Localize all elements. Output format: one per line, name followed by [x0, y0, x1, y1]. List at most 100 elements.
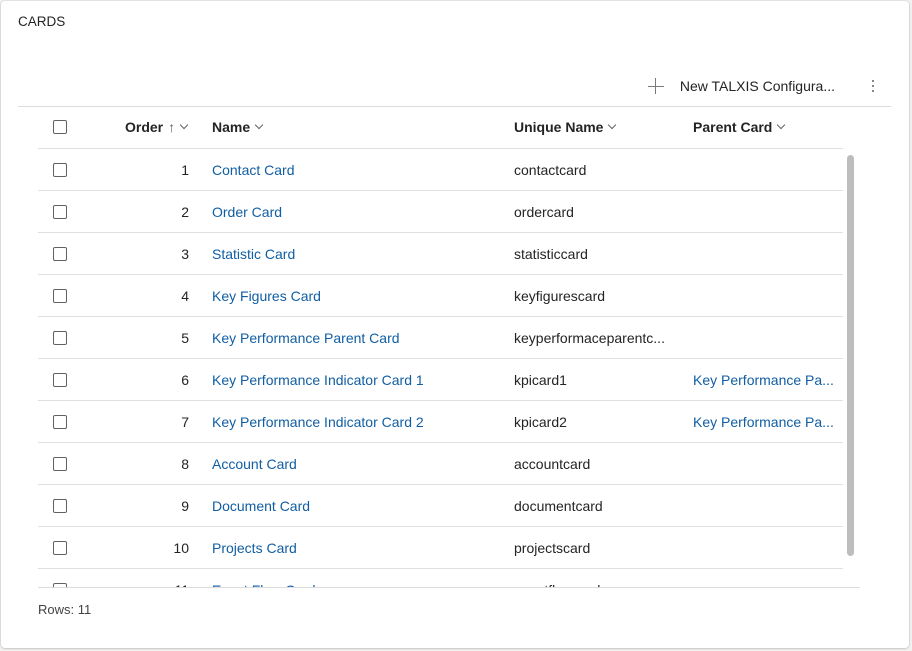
row-select-cell [53, 443, 67, 484]
chevron-down-icon [179, 120, 189, 130]
name-link[interactable]: Document Card [212, 485, 310, 526]
select-all-checkbox[interactable] [53, 120, 67, 134]
table-row[interactable]: 10 Projects Card projectscard [38, 527, 843, 569]
row-checkbox[interactable] [53, 330, 67, 345]
table-row[interactable]: 7 Key Performance Indicator Card 2 kpicard… [38, 401, 843, 443]
unique-name-cell: accountcard [514, 455, 591, 472]
order-cell: 7 [181, 413, 189, 430]
unique-name-cell: keyfigurescard [514, 287, 606, 304]
table-row[interactable]: 5 Key Performance Parent Card keyperformac… [38, 317, 843, 359]
table-row[interactable]: 1 Contact Card contactcard [38, 149, 843, 191]
unique-name-cell: eventflowcard [514, 569, 674, 588]
name-link[interactable]: Key Performance Indicator Card 2 [212, 401, 424, 442]
grid-header: Order ↑ Name Unique Name Parent Card [38, 106, 843, 149]
parent-card-link[interactable] [693, 317, 833, 358]
table-row[interactable]: 2 Order Card ordercard [38, 191, 843, 233]
row-select-cell [53, 191, 67, 232]
row-select-cell [53, 569, 67, 587]
order-cell: 10 [173, 539, 189, 556]
chevron-down-icon [254, 120, 264, 130]
order-cell: 1 [181, 161, 189, 178]
more-dot-icon [872, 80, 874, 82]
unique-name-cell: statisticcard [514, 245, 588, 262]
parent-card-link[interactable] [693, 569, 833, 587]
name-link[interactable]: Key Performance Indicator Card 1 [212, 359, 424, 400]
more-commands-button[interactable] [863, 71, 883, 101]
order-cell: 2 [181, 203, 189, 220]
sort-ascending-icon: ↑ [168, 119, 176, 135]
unique-name-cell: projectscard [514, 539, 591, 556]
unique-name-cell: kpicard1 [514, 371, 567, 388]
parent-card-link[interactable] [693, 527, 833, 568]
row-select-cell [53, 527, 67, 568]
name-link[interactable]: Order Card [212, 191, 282, 232]
parent-card-link[interactable] [693, 485, 833, 526]
column-header-name[interactable]: Name [212, 106, 264, 148]
row-select-cell [53, 233, 67, 274]
plus-icon [647, 78, 664, 94]
name-link[interactable]: Statistic Card [212, 233, 295, 274]
row-select-cell [53, 485, 67, 526]
row-checkbox[interactable] [53, 372, 67, 387]
order-cell: 5 [181, 329, 189, 346]
parent-card-link[interactable]: Key Performance Pa... [693, 401, 833, 442]
grid-rows: 1 Contact Card contactcard 2 Order Card order… [38, 149, 843, 587]
table-row[interactable]: 4 Key Figures Card keyfigurescard [38, 275, 843, 317]
table-row[interactable]: 9 Document Card documentcard [38, 485, 843, 527]
table-row[interactable]: 3 Statistic Card statisticcard [38, 233, 843, 275]
row-select-cell [53, 317, 67, 358]
unique-name-cell: kpicard2 [514, 413, 567, 430]
row-checkbox[interactable] [53, 456, 67, 471]
row-checkbox[interactable] [53, 204, 67, 219]
name-link[interactable]: Key Performance Parent Card [212, 317, 400, 358]
column-header-order[interactable]: Order ↑ [125, 106, 189, 148]
row-checkbox[interactable] [53, 414, 67, 429]
vertical-scrollbar[interactable] [847, 155, 854, 556]
table-row[interactable]: 8 Account Card accountcard [38, 443, 843, 485]
unique-name-cell: contactcard [514, 161, 587, 178]
column-header-parent-card[interactable]: Parent Card [693, 106, 786, 148]
name-link[interactable]: Event Flow Card [212, 569, 315, 588]
row-checkbox[interactable] [53, 540, 67, 555]
row-checkbox[interactable] [53, 162, 67, 177]
row-checkbox[interactable] [53, 246, 67, 261]
order-cell: 8 [181, 455, 189, 472]
panel-title: CARDS [18, 14, 66, 29]
name-link[interactable]: Contact Card [212, 149, 294, 190]
divider [38, 587, 860, 588]
unique-name-cell: documentcard [514, 497, 603, 514]
chevron-down-icon [608, 120, 617, 130]
column-header-unique-name[interactable]: Unique Name [514, 106, 617, 148]
row-select-cell [53, 401, 67, 442]
name-link[interactable]: Projects Card [212, 527, 297, 568]
parent-card-link[interactable] [693, 149, 833, 190]
chevron-down-icon [777, 120, 786, 130]
table-row[interactable]: 6 Key Performance Indicator Card 1 kpicard… [38, 359, 843, 401]
row-checkbox[interactable] [53, 498, 67, 513]
command-bar: New TALXIS Configura... [642, 71, 909, 101]
order-cell: 11 [98, 569, 189, 588]
parent-card-link[interactable]: Key Performance Pa... [693, 359, 833, 400]
row-count: Rows: 11 [38, 602, 92, 617]
order-cell: 9 [181, 497, 189, 514]
table-row[interactable]: 11 Event Flow Card eventflowcard [38, 569, 843, 587]
parent-card-link[interactable] [693, 443, 833, 484]
name-link[interactable]: Key Figures Card [212, 275, 321, 316]
more-dot-icon [872, 90, 874, 92]
row-checkbox[interactable] [53, 288, 67, 303]
row-select-cell [53, 359, 67, 400]
more-dot-icon [872, 85, 874, 87]
name-link[interactable]: Account Card [212, 443, 297, 484]
column-header-order-label: Order [125, 119, 164, 135]
new-record-button[interactable]: New TALXIS Configura... [642, 71, 841, 101]
column-header-name-label: Name [212, 119, 251, 135]
order-cell: 6 [181, 371, 189, 388]
data-grid: Order ↑ Name Unique Name Parent Card 1 Co… [38, 106, 860, 587]
unique-name-cell: ordercard [514, 203, 574, 220]
parent-card-link[interactable] [693, 233, 833, 274]
parent-card-link[interactable] [693, 275, 833, 316]
new-record-label: New TALXIS Configura... [679, 78, 835, 94]
parent-card-link[interactable] [693, 191, 833, 232]
order-cell: 3 [181, 245, 189, 262]
unique-name-cell: keyperformaceparentc... [514, 329, 665, 346]
